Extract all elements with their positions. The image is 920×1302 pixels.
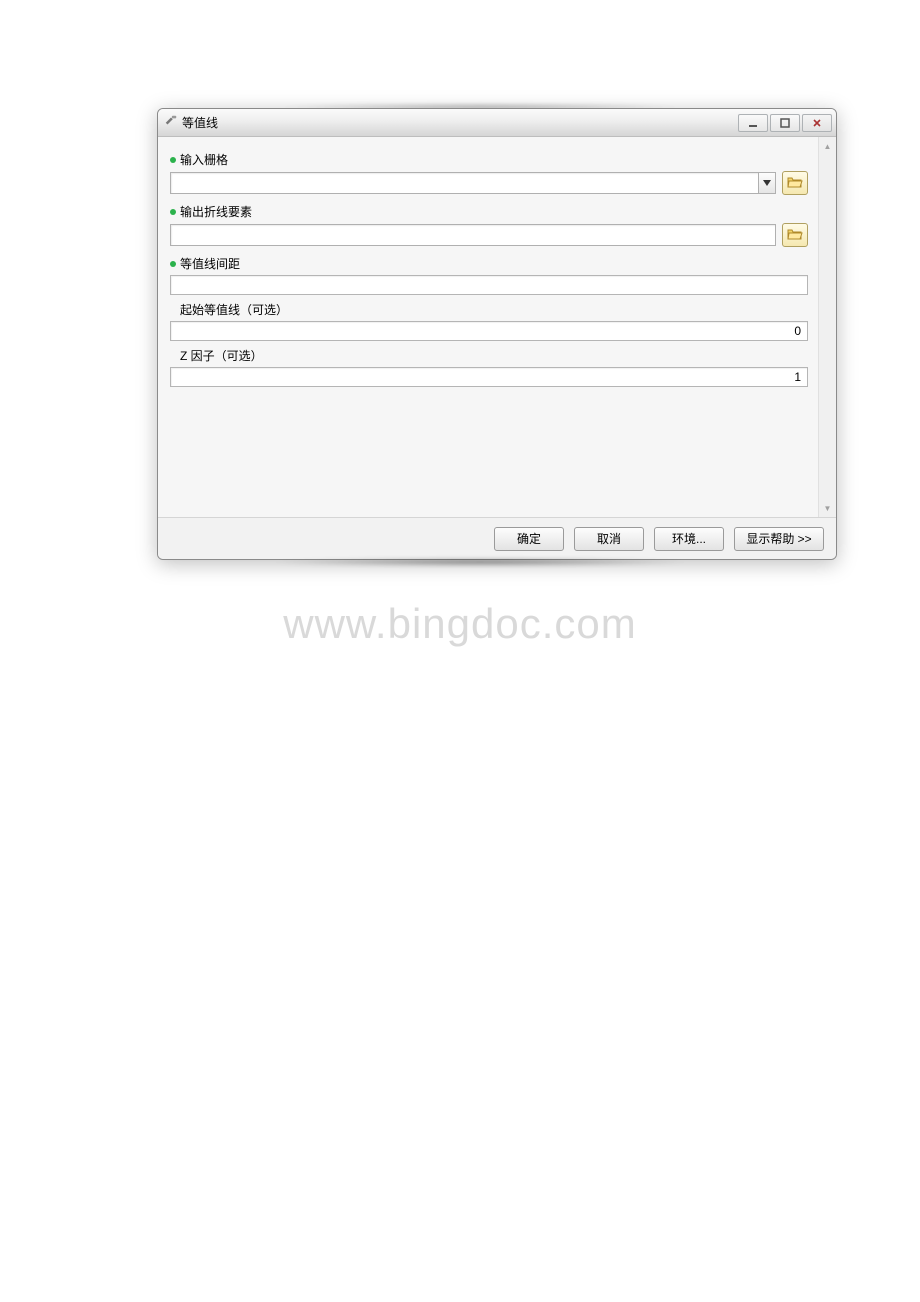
title-bar: 等值线 — [158, 109, 836, 137]
contour-interval-input[interactable] — [170, 275, 808, 295]
input-raster-dropdown[interactable] — [758, 172, 776, 194]
field-z-factor: Z 因子（可选） — [170, 345, 808, 387]
field-base-contour: 起始等值线（可选） — [170, 299, 808, 341]
scroll-down-arrow-icon: ▼ — [821, 501, 835, 515]
button-bar: 确定 取消 环境... 显示帮助 >> — [158, 517, 836, 559]
output-polyline-input[interactable] — [170, 224, 776, 246]
minimize-button[interactable] — [738, 114, 768, 132]
scroll-up-arrow-icon: ▲ — [821, 139, 835, 153]
form-area: 输入栅格 — [158, 137, 818, 517]
maximize-button[interactable] — [770, 114, 800, 132]
folder-open-icon — [787, 176, 803, 191]
contour-dialog: 等值线 输入栅格 — [157, 108, 837, 560]
required-dot-icon — [170, 157, 176, 163]
show-help-button[interactable]: 显示帮助 >> — [734, 527, 824, 551]
field-contour-interval: 等值线间距 — [170, 253, 808, 295]
browse-input-raster-button[interactable] — [782, 171, 808, 195]
watermark-text: www.bingdoc.com — [0, 600, 920, 648]
ok-button[interactable]: 确定 — [494, 527, 564, 551]
environments-button[interactable]: 环境... — [654, 527, 724, 551]
required-dot-icon — [170, 209, 176, 215]
label-base-contour: 起始等值线（可选） — [180, 301, 288, 318]
window-title: 等值线 — [182, 114, 218, 131]
hammer-icon — [164, 114, 178, 131]
close-button[interactable] — [802, 114, 832, 132]
browse-output-polyline-button[interactable] — [782, 223, 808, 247]
cancel-button[interactable]: 取消 — [574, 527, 644, 551]
label-z-factor: Z 因子（可选） — [180, 347, 263, 364]
base-contour-input[interactable] — [170, 321, 808, 341]
z-factor-input[interactable] — [170, 367, 808, 387]
label-input-raster: 输入栅格 — [180, 151, 228, 168]
vertical-scrollbar[interactable]: ▲ ▼ — [818, 137, 836, 517]
label-output-polyline: 输出折线要素 — [180, 203, 252, 220]
label-contour-interval: 等值线间距 — [180, 255, 240, 272]
field-output-polyline: 输出折线要素 — [170, 201, 808, 247]
folder-open-icon — [787, 228, 803, 243]
field-input-raster: 输入栅格 — [170, 149, 808, 195]
input-raster-input[interactable] — [170, 172, 758, 194]
required-dot-icon — [170, 261, 176, 267]
decorative-shadow — [270, 558, 690, 566]
